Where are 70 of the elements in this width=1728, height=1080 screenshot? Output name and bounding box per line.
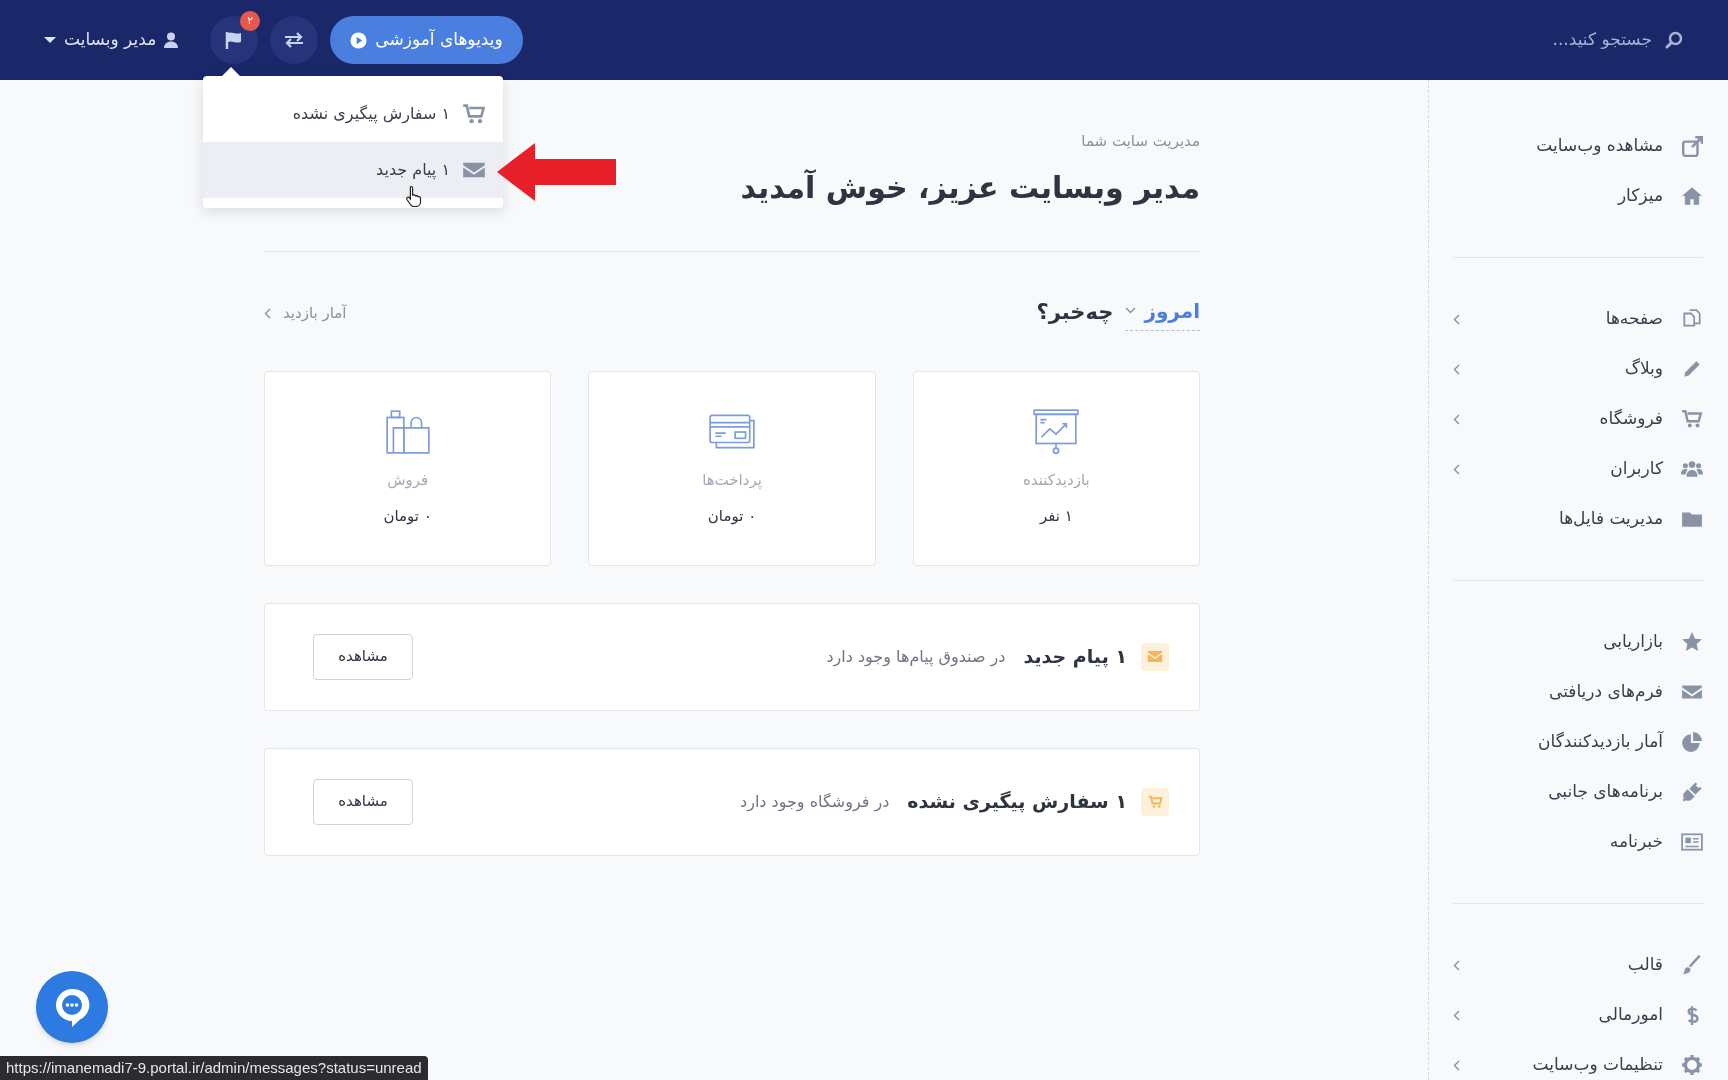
stat-label: پرداخت‌ها xyxy=(702,469,762,491)
sidebar-item[interactable]: صفحه‌ها xyxy=(1453,294,1703,344)
cart-icon xyxy=(462,102,486,126)
chevron-left-icon xyxy=(1453,413,1460,425)
stat-value: ۰ تومان xyxy=(707,506,757,527)
swap-arrows-icon xyxy=(283,30,306,50)
sidebar-item[interactable]: برنامه‌های جانبی xyxy=(1453,767,1703,817)
sidebar-item[interactable]: وبلاگ xyxy=(1453,344,1703,394)
sidebar-item[interactable]: فرم‌های دریافتی xyxy=(1453,667,1703,717)
chevron-left-icon xyxy=(1453,363,1460,375)
sidebar-item[interactable]: امورمالی xyxy=(1453,990,1703,1040)
search-icon xyxy=(1664,30,1684,50)
section-heading: چه‌خبر؟ xyxy=(1036,299,1114,327)
sidebar-item[interactable]: خبرنامه xyxy=(1453,817,1703,867)
users-icon xyxy=(1681,458,1703,480)
cart-icon xyxy=(1681,408,1703,430)
brush-icon xyxy=(1681,954,1703,976)
sidebar-item[interactable]: قالب xyxy=(1453,940,1703,990)
stat-value: ۰ تومان xyxy=(383,506,432,527)
chevron-left-icon xyxy=(1453,463,1460,475)
star-icon xyxy=(1681,631,1703,653)
stat-value: ۱ نفر xyxy=(1039,506,1073,527)
sidebar-item[interactable]: بازاریابی xyxy=(1453,617,1703,667)
sidebar-item[interactable]: کاربران xyxy=(1453,444,1703,494)
user-icon xyxy=(164,32,179,48)
chevron-left-icon xyxy=(264,307,271,319)
notification-text: در فروشگاه وجود دارد xyxy=(740,790,890,814)
sidebar-item[interactable]: میزکار xyxy=(1453,171,1703,221)
period-dropdown[interactable]: امروز xyxy=(1125,295,1200,331)
chat-button[interactable] xyxy=(36,971,108,1043)
settings-icon xyxy=(1681,1054,1703,1076)
newspaper-icon xyxy=(1681,831,1703,853)
stat-label: بازدیدکننده xyxy=(1023,469,1090,491)
search-field[interactable]: جستجو کنید... xyxy=(1452,27,1652,53)
pie-chart-icon xyxy=(1681,731,1703,753)
notification-title: ۱ پیام جدید xyxy=(1023,644,1127,670)
link-status-url: https://imanemadi7-9.portal.ir/admin/messages?status=unread xyxy=(0,1056,428,1080)
caret-icon xyxy=(44,36,56,44)
external-link-icon xyxy=(1681,135,1703,157)
sidebar-item[interactable]: تنظیمات وب‌سایت xyxy=(1453,1040,1703,1080)
user-menu[interactable]: مدیر وبسایت xyxy=(44,27,179,53)
home-icon xyxy=(1681,185,1703,207)
envelope-icon xyxy=(1141,642,1169,671)
dropdown-item[interactable]: ۱ پیام جدید xyxy=(203,142,503,198)
sidebar-item[interactable]: مشاهده وب‌سایت xyxy=(1453,121,1703,171)
view-button[interactable]: مشاهده xyxy=(313,778,413,825)
plug-icon xyxy=(1681,781,1703,803)
swap-button[interactable] xyxy=(270,16,319,64)
notification-count-badge: ۲ xyxy=(240,11,261,31)
notification-title: ۱ سفارش پیگیری نشده xyxy=(907,789,1127,815)
view-button[interactable]: مشاهده xyxy=(313,633,413,680)
page-title: مدیر وبسایت عزیز، خوش آمدید xyxy=(740,168,1200,208)
chevron-left-icon xyxy=(1453,1009,1460,1021)
pencil-icon xyxy=(1681,358,1703,380)
page-subtitle: مدیریت سایت شما xyxy=(1080,131,1200,152)
play-icon xyxy=(350,31,368,49)
cart-icon xyxy=(1141,787,1169,816)
notification-text: در صندوق پیام‌ها وجود دارد xyxy=(826,645,1006,669)
notifications-button[interactable] xyxy=(210,16,259,64)
chevron-down-icon xyxy=(1125,307,1137,314)
sidebar-item[interactable]: فروشگاه xyxy=(1453,394,1703,444)
dropdown-item[interactable]: ۱ سفارش پیگیری نشده xyxy=(203,86,503,142)
sidebar-item[interactable]: مدیریت فایل‌ها xyxy=(1453,494,1703,544)
chevron-left-icon xyxy=(1453,1059,1460,1071)
sidebar-item[interactable]: آمار بازدیدکنندگان xyxy=(1453,717,1703,767)
tutorial-videos-button[interactable]: ویدیوهای آموزشی xyxy=(330,16,523,64)
chevron-left-icon xyxy=(1453,959,1460,971)
chevron-left-icon xyxy=(1453,313,1460,325)
stat-label: فروش xyxy=(387,469,429,491)
presentation-chart-icon xyxy=(1031,406,1082,455)
